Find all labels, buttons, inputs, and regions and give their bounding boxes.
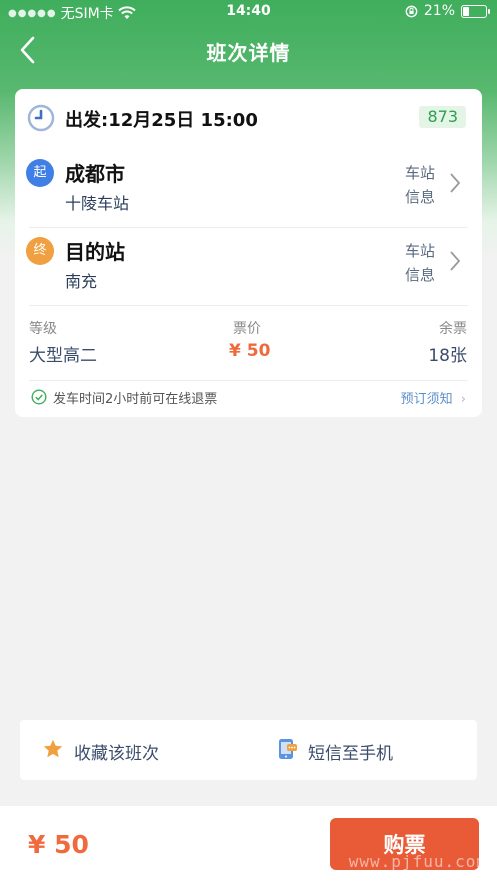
chevron-right-icon[interactable] [448, 249, 462, 273]
destination-station-info-link[interactable]: 车站 信息 [395, 239, 435, 287]
trip-detail-card: 出发:12月25日 15:00 873 起 成都市 十陵车站 车站 信息 终 目… [15, 89, 482, 417]
departure-time: 出发:12月25日 15:00 [65, 110, 258, 131]
watermark: www.pjfuu.com [348, 852, 487, 871]
grade-label: 等级 [29, 321, 57, 337]
navigation-bar: 班次详情 [0, 28, 497, 72]
star-icon [43, 739, 63, 758]
bus-number-badge: 873 [419, 106, 466, 128]
battery-icon [461, 4, 490, 18]
station-info-label-2: 信息 [404, 266, 435, 284]
origin-station-info-link[interactable]: 车站 信息 [395, 161, 435, 209]
origin-station: 十陵车站 [65, 194, 130, 213]
divider [29, 305, 468, 306]
station-info-label: 车站 [404, 164, 435, 182]
destination-city: 目的站 [65, 240, 125, 264]
refund-policy-row: 发车时间2小时前可在线退票 预订须知 › [15, 370, 482, 417]
chevron-right-icon: › [460, 392, 466, 407]
refund-policy-text: 发车时间2小时前可在线退票 [53, 392, 218, 407]
clock-icon [27, 104, 55, 132]
destination-station: 南充 [65, 272, 98, 291]
battery-group: 21% [405, 3, 490, 19]
battery-percent: 21% [423, 3, 455, 19]
booking-notice-label: 预订须知 [400, 392, 453, 407]
departure-row: 出发:12月25日 15:00 873 [15, 89, 482, 145]
grade-value: 大型高二 [29, 346, 97, 366]
total-price: ¥ 50 [28, 830, 89, 859]
origin-city: 成都市 [65, 162, 125, 186]
station-info-label: 车站 [404, 242, 435, 260]
action-bar: 收藏该班次 短信至手机 [20, 720, 477, 780]
page-title: 班次详情 [206, 41, 291, 65]
destination-badge: 终 [26, 237, 54, 265]
divider [29, 227, 468, 228]
chevron-right-icon[interactable] [448, 171, 462, 195]
orientation-lock-icon [405, 5, 418, 17]
station-info-label-2: 信息 [404, 188, 435, 206]
divider [29, 380, 468, 381]
phone-message-icon [279, 739, 297, 759]
purchase-bar: ¥ 50 购票 [0, 806, 497, 883]
destination-station-row[interactable]: 终 目的站 南充 车站 信息 [15, 227, 482, 305]
check-circle-icon [31, 389, 47, 405]
favorite-label: 收藏该班次 [74, 744, 159, 764]
seats-value: 18张 [428, 346, 467, 366]
origin-station-row[interactable]: 起 成都市 十陵车站 车站 信息 [15, 149, 482, 227]
origin-badge: 起 [26, 159, 54, 187]
booking-notice-link[interactable]: 预订须知 › [401, 388, 466, 407]
sms-label: 短信至手机 [308, 744, 393, 764]
price-value: ¥ 50 [229, 341, 271, 361]
status-bar: ●●●●● 无SIM卡 14:40 21% [0, 0, 497, 24]
price-label: 票价 [233, 321, 261, 337]
seats-label: 余票 [439, 321, 467, 337]
